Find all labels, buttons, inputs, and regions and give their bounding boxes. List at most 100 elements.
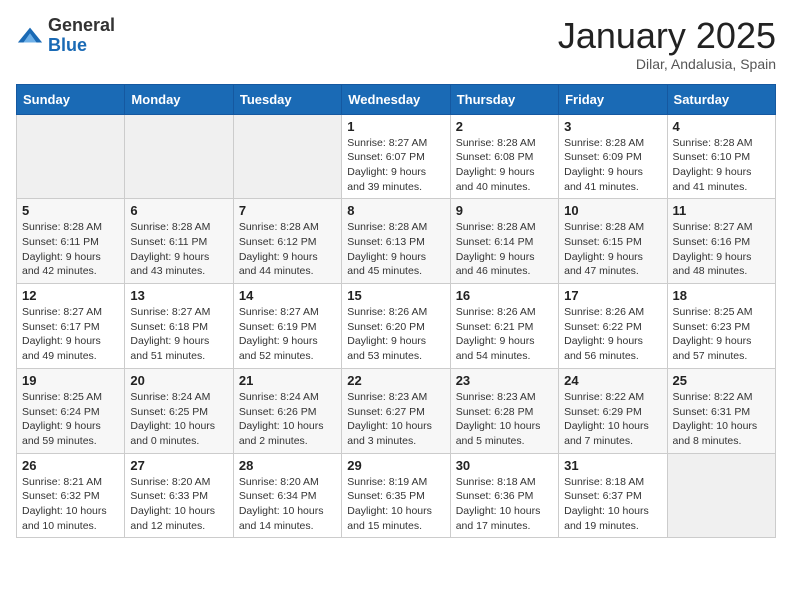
day-cell: 26 Sunrise: 8:21 AM Sunset: 6:32 PM Dayli… (17, 453, 125, 538)
day-cell (233, 114, 341, 199)
day-info: Sunrise: 8:28 AM Sunset: 6:14 PM Dayligh… (456, 220, 553, 279)
day-cell: 7 Sunrise: 8:28 AM Sunset: 6:12 PM Daylig… (233, 199, 341, 284)
day-info: Sunrise: 8:23 AM Sunset: 6:27 PM Dayligh… (347, 390, 444, 449)
day-info: Sunrise: 8:25 AM Sunset: 6:24 PM Dayligh… (22, 390, 119, 449)
day-cell: 31 Sunrise: 8:18 AM Sunset: 6:37 PM Dayli… (559, 453, 667, 538)
day-cell: 6 Sunrise: 8:28 AM Sunset: 6:11 PM Daylig… (125, 199, 233, 284)
month-title: January 2025 (558, 16, 776, 56)
day-number: 6 (130, 203, 227, 218)
day-cell: 30 Sunrise: 8:18 AM Sunset: 6:36 PM Dayli… (450, 453, 558, 538)
day-number: 19 (22, 373, 119, 388)
day-info: Sunrise: 8:26 AM Sunset: 6:22 PM Dayligh… (564, 305, 661, 364)
logo-blue-text: Blue (48, 36, 115, 56)
day-info: Sunrise: 8:27 AM Sunset: 6:18 PM Dayligh… (130, 305, 227, 364)
day-number: 30 (456, 458, 553, 473)
day-cell: 17 Sunrise: 8:26 AM Sunset: 6:22 PM Dayli… (559, 284, 667, 369)
day-info: Sunrise: 8:23 AM Sunset: 6:28 PM Dayligh… (456, 390, 553, 449)
day-number: 13 (130, 288, 227, 303)
day-info: Sunrise: 8:28 AM Sunset: 6:15 PM Dayligh… (564, 220, 661, 279)
day-info: Sunrise: 8:27 AM Sunset: 6:07 PM Dayligh… (347, 136, 444, 195)
day-cell: 9 Sunrise: 8:28 AM Sunset: 6:14 PM Daylig… (450, 199, 558, 284)
logo-icon (16, 22, 44, 50)
week-row-5: 26 Sunrise: 8:21 AM Sunset: 6:32 PM Dayli… (17, 453, 776, 538)
location-title: Dilar, Andalusia, Spain (558, 56, 776, 72)
day-number: 18 (673, 288, 770, 303)
day-header-saturday: Saturday (667, 84, 775, 114)
day-info: Sunrise: 8:24 AM Sunset: 6:26 PM Dayligh… (239, 390, 336, 449)
day-cell (17, 114, 125, 199)
day-info: Sunrise: 8:28 AM Sunset: 6:10 PM Dayligh… (673, 136, 770, 195)
day-header-wednesday: Wednesday (342, 84, 450, 114)
day-cell: 24Sunrise: 8:22 AM Sunset: 6:29 PM Dayli… (559, 368, 667, 453)
day-info: Sunrise: 8:22 AM Sunset: 6:29 PM Dayligh… (564, 390, 661, 449)
day-cell (125, 114, 233, 199)
day-cell: 14Sunrise: 8:27 AM Sunset: 6:19 PM Dayli… (233, 284, 341, 369)
day-header-friday: Friday (559, 84, 667, 114)
day-number: 5 (22, 203, 119, 218)
day-number: 31 (564, 458, 661, 473)
week-row-2: 5 Sunrise: 8:28 AM Sunset: 6:11 PM Daylig… (17, 199, 776, 284)
day-number: 2 (456, 119, 553, 134)
day-cell: 22 Sunrise: 8:23 AM Sunset: 6:27 PM Dayli… (342, 368, 450, 453)
day-number: 15 (347, 288, 444, 303)
day-number: 27 (130, 458, 227, 473)
day-cell: 8 Sunrise: 8:28 AM Sunset: 6:13 PM Daylig… (342, 199, 450, 284)
week-row-4: 19 Sunrise: 8:25 AM Sunset: 6:24 PM Dayli… (17, 368, 776, 453)
day-number: 8 (347, 203, 444, 218)
title-area: January 2025 Dilar, Andalusia, Spain (558, 16, 776, 72)
day-cell: 18Sunrise: 8:25 AM Sunset: 6:23 PM Dayli… (667, 284, 775, 369)
day-number: 26 (22, 458, 119, 473)
day-cell: 25 Sunrise: 8:22 AM Sunset: 6:31 PM Dayli… (667, 368, 775, 453)
day-info: Sunrise: 8:28 AM Sunset: 6:13 PM Dayligh… (347, 220, 444, 279)
days-header-row: SundayMondayTuesdayWednesdayThursdayFrid… (17, 84, 776, 114)
day-number: 12 (22, 288, 119, 303)
day-info: Sunrise: 8:28 AM Sunset: 6:11 PM Dayligh… (130, 220, 227, 279)
day-info: Sunrise: 8:27 AM Sunset: 6:16 PM Dayligh… (673, 220, 770, 279)
day-info: Sunrise: 8:21 AM Sunset: 6:32 PM Dayligh… (22, 475, 119, 534)
logo-text: General Blue (48, 16, 115, 56)
day-info: Sunrise: 8:28 AM Sunset: 6:12 PM Dayligh… (239, 220, 336, 279)
day-number: 7 (239, 203, 336, 218)
day-cell: 19 Sunrise: 8:25 AM Sunset: 6:24 PM Dayli… (17, 368, 125, 453)
logo: General Blue (16, 16, 115, 56)
day-cell: 12Sunrise: 8:27 AM Sunset: 6:17 PM Dayli… (17, 284, 125, 369)
day-info: Sunrise: 8:22 AM Sunset: 6:31 PM Dayligh… (673, 390, 770, 449)
day-header-thursday: Thursday (450, 84, 558, 114)
day-cell: 16 Sunrise: 8:26 AM Sunset: 6:21 PM Dayli… (450, 284, 558, 369)
week-row-3: 12Sunrise: 8:27 AM Sunset: 6:17 PM Dayli… (17, 284, 776, 369)
day-info: Sunrise: 8:28 AM Sunset: 6:08 PM Dayligh… (456, 136, 553, 195)
day-number: 20 (130, 373, 227, 388)
day-cell: 15Sunrise: 8:26 AM Sunset: 6:20 PM Dayli… (342, 284, 450, 369)
day-cell: 4 Sunrise: 8:28 AM Sunset: 6:10 PM Daylig… (667, 114, 775, 199)
day-cell: 13 Sunrise: 8:27 AM Sunset: 6:18 PM Dayli… (125, 284, 233, 369)
day-info: Sunrise: 8:18 AM Sunset: 6:37 PM Dayligh… (564, 475, 661, 534)
day-number: 9 (456, 203, 553, 218)
day-cell: 3 Sunrise: 8:28 AM Sunset: 6:09 PM Daylig… (559, 114, 667, 199)
day-number: 10 (564, 203, 661, 218)
week-row-1: 1 Sunrise: 8:27 AM Sunset: 6:07 PM Daylig… (17, 114, 776, 199)
day-number: 4 (673, 119, 770, 134)
day-header-tuesday: Tuesday (233, 84, 341, 114)
day-number: 16 (456, 288, 553, 303)
day-number: 22 (347, 373, 444, 388)
day-cell: 23 Sunrise: 8:23 AM Sunset: 6:28 PM Dayli… (450, 368, 558, 453)
day-info: Sunrise: 8:28 AM Sunset: 6:11 PM Dayligh… (22, 220, 119, 279)
day-cell: 11Sunrise: 8:27 AM Sunset: 6:16 PM Dayli… (667, 199, 775, 284)
day-number: 25 (673, 373, 770, 388)
day-number: 1 (347, 119, 444, 134)
day-info: Sunrise: 8:19 AM Sunset: 6:35 PM Dayligh… (347, 475, 444, 534)
day-number: 23 (456, 373, 553, 388)
day-number: 17 (564, 288, 661, 303)
day-info: Sunrise: 8:24 AM Sunset: 6:25 PM Dayligh… (130, 390, 227, 449)
day-info: Sunrise: 8:20 AM Sunset: 6:34 PM Dayligh… (239, 475, 336, 534)
day-info: Sunrise: 8:20 AM Sunset: 6:33 PM Dayligh… (130, 475, 227, 534)
day-cell: 28 Sunrise: 8:20 AM Sunset: 6:34 PM Dayli… (233, 453, 341, 538)
day-number: 28 (239, 458, 336, 473)
day-number: 3 (564, 119, 661, 134)
day-header-sunday: Sunday (17, 84, 125, 114)
day-info: Sunrise: 8:28 AM Sunset: 6:09 PM Dayligh… (564, 136, 661, 195)
day-info: Sunrise: 8:18 AM Sunset: 6:36 PM Dayligh… (456, 475, 553, 534)
calendar-table: SundayMondayTuesdayWednesdayThursdayFrid… (16, 84, 776, 539)
day-info: Sunrise: 8:26 AM Sunset: 6:21 PM Dayligh… (456, 305, 553, 364)
day-cell: 2 Sunrise: 8:28 AM Sunset: 6:08 PM Daylig… (450, 114, 558, 199)
